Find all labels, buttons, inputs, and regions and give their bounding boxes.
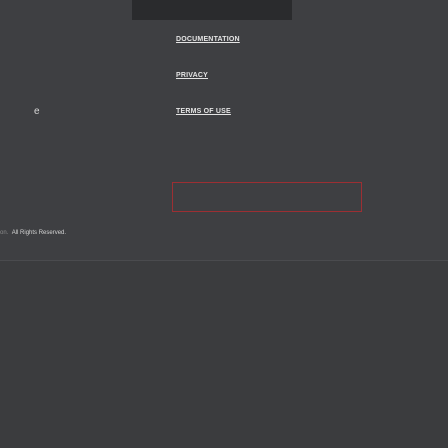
footer-panel: DOCUMENTATION PRIVACY e TERMS OF USE on.… xyxy=(0,0,448,260)
lower-panel xyxy=(0,261,448,448)
terms-of-use-link[interactable]: TERMS OF USE xyxy=(176,108,231,115)
privacy-link[interactable]: PRIVACY xyxy=(176,72,208,79)
truncated-glyph: e xyxy=(34,106,40,117)
footer-top-strip xyxy=(132,0,292,20)
copyright-prefix: on. xyxy=(0,230,9,236)
footer-email-input[interactable] xyxy=(172,182,362,212)
copyright-text: All Rights Reserved. xyxy=(11,230,67,236)
documentation-link[interactable]: DOCUMENTATION xyxy=(176,36,240,43)
copyright-line: on. All Rights Reserved. xyxy=(0,230,66,236)
